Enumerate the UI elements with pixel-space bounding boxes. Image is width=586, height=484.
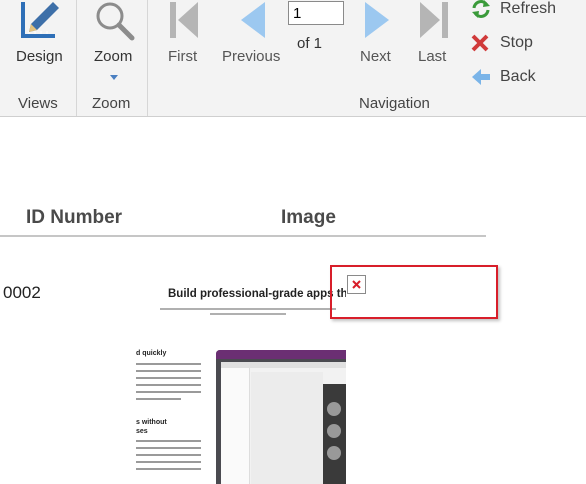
first-label: First — [168, 48, 198, 65]
last-label: Last — [418, 48, 447, 65]
previous-label: Previous — [222, 48, 281, 65]
refresh-label: Refresh — [500, 0, 557, 17]
tablet-titlebar — [216, 350, 346, 359]
previous-page-icon — [241, 2, 265, 38]
zoom-label: Zoom — [94, 48, 133, 65]
preview-left-text-2 — [136, 440, 201, 475]
preview-subtitle-lines — [150, 308, 346, 315]
tablet-screen — [221, 362, 346, 484]
preview-left-text-1 — [136, 363, 201, 405]
zoom-button[interactable]: Zoom — [88, 0, 140, 86]
refresh-button[interactable]: Refresh — [470, 0, 580, 20]
stop-icon — [471, 34, 489, 52]
back-icon — [472, 69, 490, 85]
chevron-down-icon — [110, 75, 118, 80]
page-number-input[interactable] — [288, 1, 344, 25]
next-label: Next — [360, 48, 391, 65]
preview-title: Build professional-grade apps the — [168, 288, 346, 300]
last-page-button[interactable]: Last — [414, 0, 454, 70]
page-count-text: of 1 — [297, 35, 323, 52]
preview-left-heading-1: d quickly — [136, 350, 167, 357]
column-header-id-number: ID Number — [26, 207, 123, 228]
table-cell-id: 0002 — [3, 283, 41, 302]
back-button[interactable]: Back — [470, 66, 550, 88]
zoom-group-label: Zoom — [92, 95, 131, 112]
stop-label: Stop — [500, 34, 533, 51]
next-page-icon — [365, 2, 389, 38]
preview-left-heading-2: s without ses — [136, 419, 167, 435]
preview-tablet-mockup — [216, 350, 346, 484]
column-header-image: Image — [281, 207, 336, 228]
design-ruler-pencil-icon — [21, 2, 59, 38]
previous-page-button[interactable]: Previous — [220, 0, 286, 70]
stop-button[interactable]: Stop — [470, 32, 550, 54]
design-label: Design — [16, 48, 63, 65]
ribbon-separator — [147, 0, 148, 116]
design-button[interactable]: Design — [10, 0, 70, 70]
header-divider — [0, 235, 486, 237]
report-viewer-ribbon: Design Views Zoom Zoom First Previous of… — [0, 0, 586, 117]
navigation-group-label: Navigation — [359, 95, 430, 112]
ribbon-separator — [76, 0, 77, 116]
image-preview: Build professional-grade apps the d quic… — [128, 268, 346, 484]
highlight-annotation-box — [330, 265, 498, 319]
zoom-magnifier-icon — [96, 2, 135, 41]
last-page-icon — [420, 2, 448, 38]
back-label: Back — [500, 68, 536, 85]
first-page-icon — [170, 2, 198, 38]
views-group-label: Views — [18, 95, 58, 112]
refresh-icon — [472, 0, 490, 18]
next-page-button[interactable]: Next — [356, 0, 398, 70]
first-page-button[interactable]: First — [162, 0, 206, 70]
